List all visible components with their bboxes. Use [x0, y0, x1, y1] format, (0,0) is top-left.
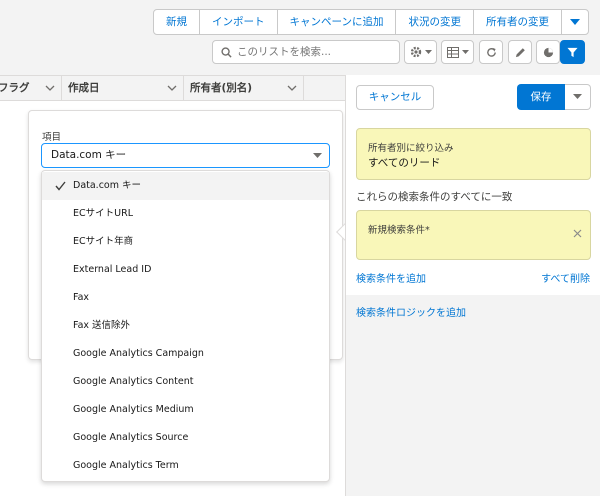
action-button-group: 新規 インポート キャンペーンに追加 状況の変更 所有者の変更 — [153, 9, 589, 35]
owner-filter-value: すべてのリード — [368, 157, 441, 169]
chevron-down-icon — [569, 18, 580, 25]
field-option[interactable]: Google Analytics Source — [42, 424, 329, 452]
chevron-down-icon[interactable] — [45, 76, 55, 100]
new-filter-card[interactable]: 新規検索条件* — [356, 210, 591, 260]
add-filter-logic-link[interactable]: 検索条件ロジックを追加 — [356, 304, 466, 319]
filter-panel: キャンセル 保存 所有者別に絞り込み すべてのリード これらの検索条件のすべてに… — [345, 75, 600, 496]
save-button[interactable]: 保存 — [517, 84, 565, 110]
field-option-label: Google Analytics Content — [73, 376, 194, 387]
field-option[interactable]: Fax — [42, 284, 329, 312]
field-option-label: Data.com キー — [73, 180, 142, 191]
column-header-label: ...フラグ — [0, 82, 30, 94]
field-option-label: Google Analytics Medium — [73, 404, 194, 415]
edit-list-button[interactable] — [508, 40, 532, 64]
field-option-label: Fax 送信除外 — [73, 320, 131, 331]
owner-filter-label: 所有者別に絞り込み — [368, 143, 454, 154]
table-icon — [446, 46, 459, 58]
field-option[interactable]: ECサイト年商 — [42, 228, 329, 256]
field-option[interactable]: Fax 送信除外 — [42, 312, 329, 340]
new-button[interactable]: 新規 — [154, 10, 200, 34]
charts-button[interactable] — [536, 40, 560, 64]
search-icon — [221, 46, 232, 58]
field-select[interactable]: Data.com キー — [41, 143, 330, 168]
list-settings-button[interactable] — [404, 40, 437, 64]
remove-all-link[interactable]: すべて削除 — [541, 270, 590, 285]
import-button[interactable]: インポート — [200, 10, 278, 34]
column-header-flag[interactable]: ...フラグ — [0, 76, 62, 100]
field-option[interactable]: External Lead ID — [42, 256, 329, 284]
field-label: 項目 — [42, 132, 62, 143]
display-as-button[interactable] — [441, 40, 474, 64]
field-option-label: External Lead ID — [73, 264, 152, 275]
column-header-label: 所有者(別名) — [190, 82, 253, 94]
pencil-icon — [515, 47, 525, 57]
close-icon[interactable] — [573, 223, 582, 242]
field-option[interactable]: Google Analytics Campaign — [42, 340, 329, 368]
refresh-button[interactable] — [479, 40, 503, 64]
column-header-owner-alias[interactable]: 所有者(別名) — [184, 76, 304, 100]
filter-button[interactable] — [560, 40, 585, 64]
add-filter-link[interactable]: 検索条件を追加 — [356, 270, 426, 285]
field-option[interactable]: Google Analytics Term — [42, 452, 329, 480]
field-options-list: Data.com キー ECサイトURL ECサイト年商 External Le… — [41, 170, 330, 482]
change-owner-button[interactable]: 所有者の変更 — [474, 10, 562, 34]
match-all-text: これらの検索条件のすべてに一致 — [356, 191, 513, 203]
field-option-label: ECサイト年商 — [73, 236, 134, 247]
refresh-icon — [486, 47, 496, 57]
change-status-button[interactable]: 状況の変更 — [396, 10, 474, 34]
column-header-created-date[interactable]: 作成日 — [62, 76, 184, 100]
gear-icon — [410, 46, 421, 58]
column-header-label: 作成日 — [68, 82, 100, 94]
field-select-value: Data.com キー — [51, 149, 127, 161]
field-option[interactable]: Google Analytics Content — [42, 368, 329, 396]
more-actions-button[interactable] — [562, 10, 588, 34]
list-search — [212, 40, 400, 64]
chevron-down-icon[interactable] — [167, 76, 177, 100]
field-option-label: Google Analytics Term — [73, 460, 179, 471]
field-option[interactable]: Data.com キー — [42, 172, 329, 200]
chevron-down-icon — [573, 94, 582, 99]
cancel-button[interactable]: キャンセル — [356, 85, 434, 110]
add-to-campaign-button[interactable]: キャンペーンに追加 — [278, 10, 397, 34]
field-option-label: Google Analytics Campaign — [73, 348, 204, 359]
filter-panel-body: キャンセル 保存 所有者別に絞り込み すべてのリード これらの検索条件のすべてに… — [346, 75, 600, 295]
field-option-label: Google Analytics Source — [73, 432, 189, 443]
field-option[interactable]: ECサイトURL — [42, 200, 329, 228]
pie-chart-icon — [543, 47, 553, 57]
field-option-label: ECサイトURL — [73, 208, 133, 219]
table-header: ...フラグ 作成日 所有者(別名) — [0, 75, 345, 101]
owner-filter-card[interactable]: 所有者別に絞り込み すべてのリード — [356, 128, 591, 180]
field-option-label: Fax — [73, 292, 90, 303]
new-filter-label: 新規検索条件* — [368, 225, 430, 236]
chevron-down-icon — [461, 49, 469, 54]
field-option[interactable]: Google Analytics Medium — [42, 396, 329, 424]
save-options-button[interactable] — [565, 84, 591, 110]
search-input[interactable] — [237, 46, 397, 58]
chevron-down-icon — [424, 49, 432, 54]
filter-icon — [567, 47, 578, 57]
chevron-down-icon[interactable] — [287, 76, 297, 100]
